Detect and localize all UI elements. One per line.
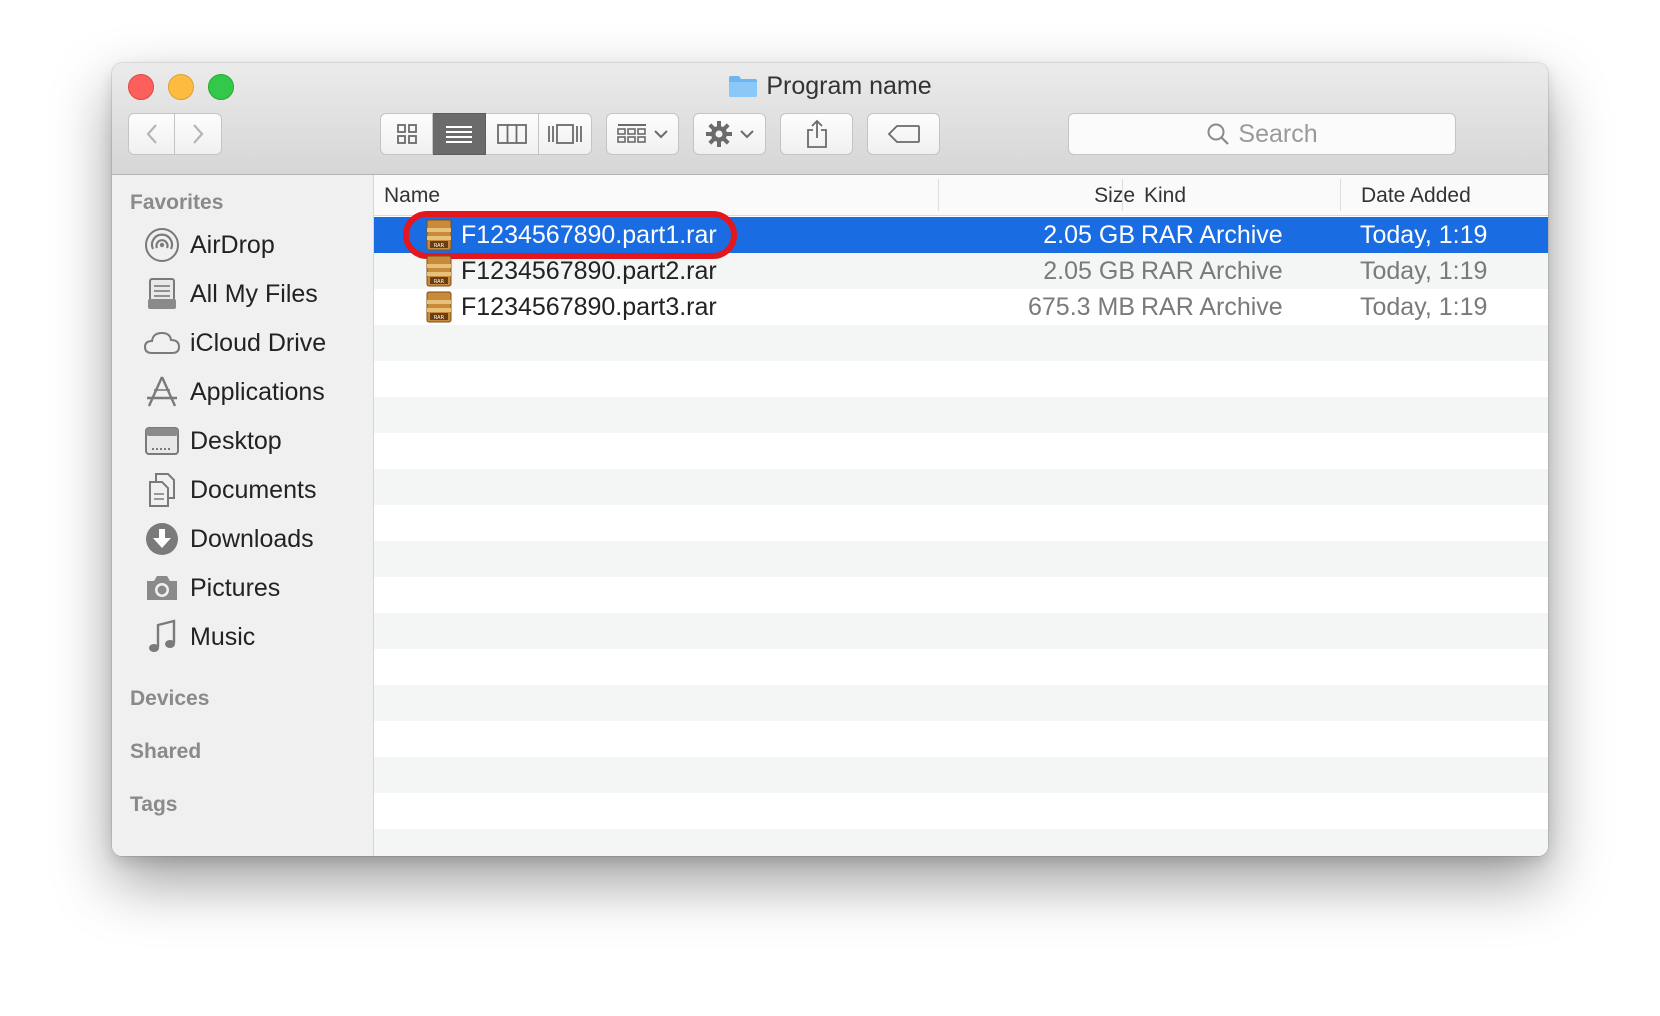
folder-icon <box>728 74 758 98</box>
sidebar-item-label: Pictures <box>190 573 281 602</box>
sidebar-item-icloud-drive[interactable]: iCloud Drive <box>142 323 326 363</box>
file-name: F1234567890.part1.rar <box>461 221 717 249</box>
sidebar-item-label: AirDrop <box>190 230 275 259</box>
list-view-icon <box>446 126 472 143</box>
file-size: 2.05 GB <box>1043 257 1135 285</box>
column-view-icon <box>497 124 527 144</box>
airdrop-icon <box>142 225 182 265</box>
column-view-button[interactable] <box>486 113 539 155</box>
search-placeholder: Search <box>1238 119 1318 148</box>
sidebar: Favorites AirDrop All My Files iCloud Dr… <box>112 175 374 856</box>
column-date-added[interactable]: Date Added <box>1361 184 1471 208</box>
sidebar-item-music[interactable]: Music <box>142 617 255 657</box>
cloud-icon <box>142 323 182 363</box>
file-kind: RAR Archive <box>1141 221 1283 249</box>
svg-text:RAR: RAR <box>434 279 445 285</box>
icon-view-icon <box>396 124 417 144</box>
tag-button[interactable] <box>867 113 940 155</box>
rar-archive-icon: RAR <box>426 255 452 287</box>
column-header: Name Size Kind Date Added <box>374 175 1548 216</box>
file-date-added: Today, 1:19 <box>1360 257 1488 285</box>
list-view-button[interactable] <box>433 113 486 155</box>
cover-flow-button[interactable] <box>539 113 592 155</box>
sidebar-item-label: Applications <box>190 377 325 406</box>
music-note-icon <box>142 617 182 657</box>
search-icon <box>1207 123 1230 145</box>
camera-icon <box>142 568 182 608</box>
sidebar-item-label: Music <box>190 622 256 651</box>
sidebar-item-all-my-files[interactable]: All My Files <box>142 274 318 314</box>
tags-heading[interactable]: Tags <box>130 793 177 817</box>
file-date-added: Today, 1:19 <box>1360 221 1488 249</box>
search-field[interactable]: Search <box>1068 113 1456 155</box>
sidebar-item-label: Documents <box>190 475 317 504</box>
file-size: 675.3 MB <box>1027 293 1135 321</box>
sidebar-item-downloads[interactable]: Downloads <box>142 519 314 559</box>
arrange-icon <box>616 124 646 143</box>
file-kind: RAR Archive <box>1141 257 1283 285</box>
chevron-down-icon <box>739 130 754 139</box>
devices-heading[interactable]: Devices <box>130 687 209 711</box>
desktop-icon <box>142 421 182 461</box>
all-files-icon <box>142 274 182 314</box>
file-name: F1234567890.part2.rar <box>461 257 717 285</box>
rar-archive-icon: RAR <box>426 219 452 251</box>
sidebar-item-documents[interactable]: Documents <box>142 470 316 510</box>
file-size: 2.05 GB <box>1043 221 1135 249</box>
rar-archive-icon: RAR <box>426 291 452 323</box>
file-name: F1234567890.part3.rar <box>461 293 717 321</box>
share-icon <box>806 119 827 148</box>
window-title: Program name <box>112 71 1548 101</box>
sidebar-item-label: Downloads <box>190 524 314 553</box>
gear-icon <box>705 121 732 147</box>
table-row[interactable]: RAR F1234567890.part1.rar 2.05 GB RAR Ar… <box>374 211 1548 259</box>
file-list: Name Size Kind Date Added RAR F123456789… <box>374 175 1548 856</box>
sidebar-item-airdrop[interactable]: AirDrop <box>142 225 275 265</box>
chevron-left-icon <box>146 124 157 144</box>
shared-heading[interactable]: Shared <box>130 740 201 764</box>
arrange-button[interactable] <box>606 113 679 155</box>
toolbar: Program name Search <box>112 63 1548 175</box>
column-size[interactable]: Size <box>1094 184 1135 208</box>
file-kind: RAR Archive <box>1141 293 1283 321</box>
table-row[interactable]: RAR F1234567890.part3.rar 675.3 MB RAR A… <box>374 289 1548 325</box>
sidebar-item-applications[interactable]: Applications <box>142 372 325 412</box>
forward-button[interactable] <box>175 113 222 155</box>
table-row[interactable]: RAR F1234567890.part2.rar 2.05 GB RAR Ar… <box>374 253 1548 289</box>
chevron-right-icon <box>193 124 204 144</box>
svg-text:RAR: RAR <box>434 243 445 249</box>
icon-view-button[interactable] <box>380 113 433 155</box>
cover-flow-icon <box>548 124 582 144</box>
back-button[interactable] <box>128 113 175 155</box>
window-title-text: Program name <box>766 72 932 100</box>
svg-text:RAR: RAR <box>434 315 445 321</box>
view-mode-control <box>380 113 592 155</box>
action-button[interactable] <box>693 113 766 155</box>
sidebar-item-label: All My Files <box>190 279 318 308</box>
tag-icon <box>887 125 920 143</box>
finder-window: Program name Search Favorites AirDrop Al… <box>112 63 1548 856</box>
downloads-icon <box>142 519 182 559</box>
applications-icon <box>142 372 182 412</box>
sidebar-item-label: Desktop <box>190 426 282 455</box>
column-name[interactable]: Name <box>384 184 440 208</box>
chevron-down-icon <box>653 130 668 139</box>
sidebar-item-pictures[interactable]: Pictures <box>142 568 280 608</box>
sidebar-item-desktop[interactable]: Desktop <box>142 421 282 461</box>
favorites-heading: Favorites <box>130 191 224 214</box>
sidebar-item-label: iCloud Drive <box>190 328 327 357</box>
share-button[interactable] <box>780 113 853 155</box>
documents-icon <box>142 470 182 510</box>
column-kind[interactable]: Kind <box>1144 184 1186 208</box>
file-date-added: Today, 1:19 <box>1360 293 1488 321</box>
